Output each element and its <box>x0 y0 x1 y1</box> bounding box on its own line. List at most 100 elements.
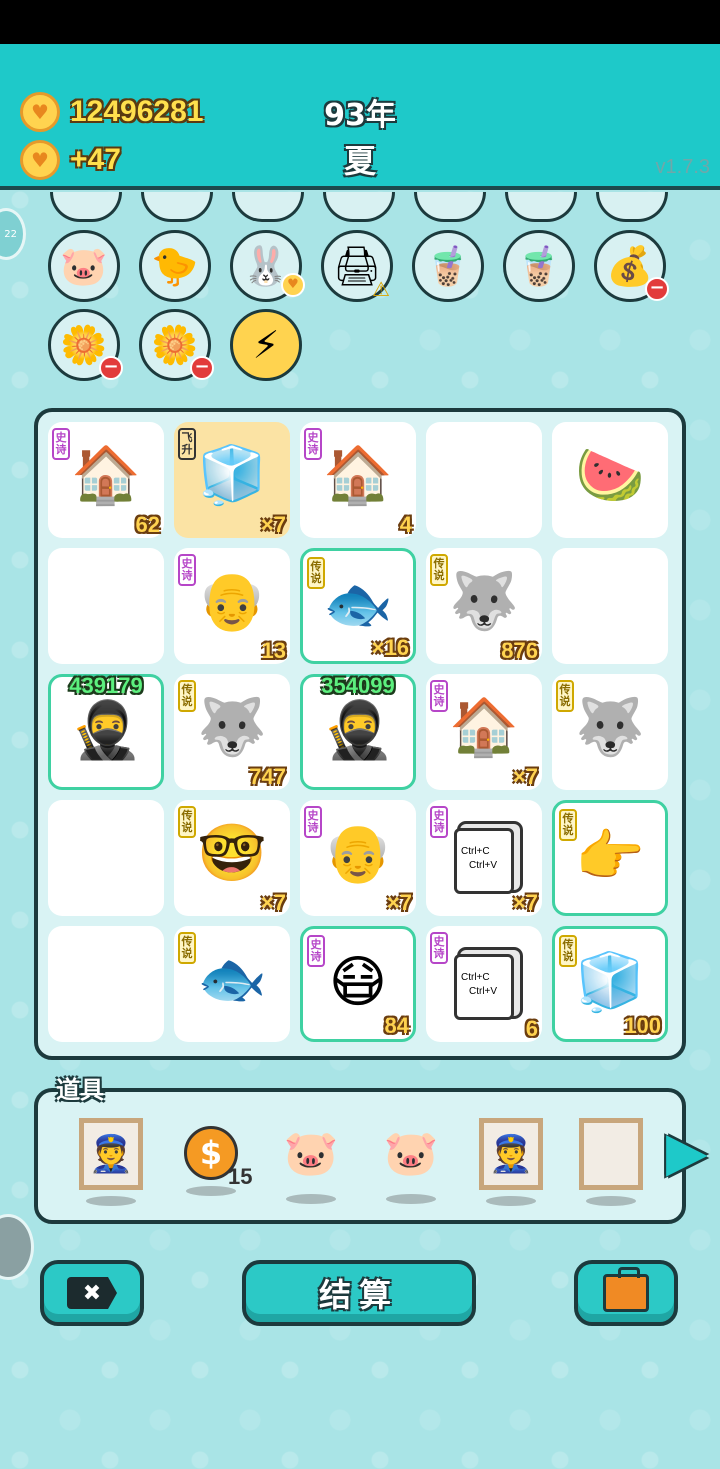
ctrl-c-text: Ctrl+C <box>461 972 490 983</box>
cell-count: 13 <box>261 638 286 663</box>
chevron-right-icon[interactable]: ▶ <box>666 1122 708 1182</box>
board-cell[interactable]: 👴 史诗 13 <box>174 548 290 664</box>
lightning-icon: ⚡ <box>252 323 280 367</box>
rarity-tag: 传说 <box>559 809 577 841</box>
board-cell[interactable]: 🐺 传说 876 <box>426 548 542 664</box>
coin-icon: ♥ <box>20 92 60 132</box>
board-cell[interactable]: 👴 史诗 ×7 <box>300 800 416 916</box>
board-cell[interactable] <box>48 800 164 916</box>
rarity-tag: 传说 <box>178 932 196 964</box>
board-cell[interactable] <box>426 422 542 538</box>
heart-badge-icon: ♥ <box>281 273 305 297</box>
tool-item[interactable]: 👮 <box>76 1118 146 1206</box>
board-cell[interactable]: 🐺 传说 <box>552 674 668 790</box>
symbol-bubble-tea[interactable]: 🧋 <box>412 230 484 302</box>
rarity-tag: 史诗 <box>304 806 322 838</box>
symbol-potted-flower[interactable]: 🌼 − <box>48 309 123 381</box>
symbol-chicken[interactable]: 🐤 <box>139 230 211 302</box>
symbol-bubble-tea[interactable]: 🧋 <box>503 230 575 302</box>
board-cell[interactable]: 👉 传说 <box>552 800 668 916</box>
symbol-money-bag[interactable]: 💰 − <box>594 230 669 302</box>
board-cell[interactable] <box>48 926 164 1042</box>
empty-frame-icon <box>579 1118 643 1190</box>
symbol-printer[interactable]: 🖨 ⚠ <box>321 230 393 302</box>
board-cell[interactable]: 🏠 史诗 ×7 <box>426 674 542 790</box>
coin-total-row: ♥ 12496281 <box>20 92 203 132</box>
thief-icon: 🥷 <box>71 698 141 763</box>
cell-count: ×7 <box>386 890 412 915</box>
cell-count: 100 <box>624 1013 661 1038</box>
cell-count: ×7 <box>512 890 538 915</box>
tool-item[interactable]: 🐷 <box>376 1118 446 1204</box>
cell-count: 62 <box>135 512 160 537</box>
board-cell[interactable] <box>48 548 164 664</box>
coin-income: +47 <box>70 143 121 176</box>
board-cell[interactable]: 🏠 史诗 4 <box>300 422 416 538</box>
minus-badge-icon: − <box>190 356 214 380</box>
tool-shadow <box>486 1196 536 1206</box>
piggy-bank-icon: 🐷 <box>383 1128 439 1179</box>
board-cell[interactable] <box>552 548 668 664</box>
year-label: 93年 <box>324 98 396 133</box>
side-tab-text: 22 <box>4 228 17 240</box>
symbol-slot <box>596 192 668 222</box>
close-icon: ✖ <box>67 1277 117 1309</box>
settle-button[interactable]: 结算 <box>242 1260 476 1326</box>
cell-count: ×7 <box>260 512 286 537</box>
rarity-tag: 史诗 <box>430 806 448 838</box>
symbol-slot <box>232 192 304 222</box>
symbol-row-2: 🌼 − 🌼 − ⚡ <box>48 309 302 381</box>
tool-item[interactable]: 👮 <box>476 1118 546 1206</box>
tool-count: 15 <box>228 1164 253 1189</box>
warning-icon: ⚠ <box>372 277 390 301</box>
tool-item[interactable] <box>576 1118 646 1206</box>
coin-income-row: ♥ +47 <box>20 140 121 180</box>
symbol-rabbit[interactable]: 🐰 ♥ <box>230 230 305 302</box>
status-bar <box>0 0 720 44</box>
tools-title: 道具 <box>56 1076 104 1104</box>
coin-icon: ♥ <box>20 140 60 180</box>
symbol-piggy-bank[interactable]: 🐷 <box>48 230 120 302</box>
chicken-icon: 🐤 <box>151 243 199 288</box>
watermelon-icon: 🍉 <box>575 443 645 508</box>
cell-count: 4 <box>399 512 412 537</box>
tool-item[interactable]: 🐷 <box>276 1118 346 1204</box>
exit-button[interactable]: ✖ <box>40 1260 144 1326</box>
police-portrait-icon: 👮 <box>479 1118 543 1190</box>
season-label: 夏 <box>343 142 376 180</box>
bubble-tea-icon: 🧋 <box>424 243 472 288</box>
board-cell[interactable]: Ctrl+C Ctrl+V 史诗 6 <box>426 926 542 1042</box>
symbol-lightning[interactable]: ⚡ <box>230 309 302 381</box>
rarity-tag: 史诗 <box>430 680 448 712</box>
ctrl-c-text: Ctrl+C <box>461 846 490 857</box>
board-cell[interactable]: 🤓 传说 ×7 <box>174 800 290 916</box>
cell-count: 6 <box>525 1016 538 1041</box>
symbol-potted-flower[interactable]: 🌼 − <box>139 309 214 381</box>
board-cell[interactable]: 🧊 传说 100 <box>552 926 668 1042</box>
board-cell[interactable]: Ctrl+C Ctrl+V 史诗 ×7 <box>426 800 542 916</box>
symbol-slot <box>141 192 213 222</box>
inventory-button[interactable] <box>574 1260 678 1326</box>
symbol-row-1: 🐷 🐤 🐰 ♥ 🖨 ⚠ 🧋 🧋 💰 − <box>48 230 669 302</box>
tool-shadow <box>86 1196 136 1206</box>
board-cell[interactable]: 🧊 飞升 ×7 <box>174 422 290 538</box>
board-cell[interactable]: 🥷 439179 <box>48 673 164 790</box>
coin-total: 12496281 <box>70 95 204 128</box>
board-cell[interactable]: 🥷 354099 <box>300 673 416 790</box>
board-cell[interactable]: 🍉 <box>552 422 668 538</box>
slot-board: 🏠 史诗 62 🧊 飞升 ×7 🏠 史诗 4 🍉 👴 史诗 13 🐟 传说 ×16 🐺 传说 876 🥷 439179 🐺… <box>34 408 686 1060</box>
board-cell[interactable]: 🐟 传说 ×16 <box>300 548 416 664</box>
board-cell[interactable]: 🏠 史诗 62 <box>48 422 164 538</box>
minus-badge-icon: − <box>99 356 123 380</box>
symbol-slot <box>505 192 577 222</box>
board-cell[interactable]: 😷 史诗 84 <box>300 926 416 1042</box>
rarity-tag: 史诗 <box>307 935 325 967</box>
symbol-slot <box>50 192 122 222</box>
ctrl-cv-icon: Ctrl+C Ctrl+V <box>454 954 514 1020</box>
rarity-tag: 史诗 <box>304 428 322 460</box>
board-cell[interactable]: 🐺 传说 747 <box>174 674 290 790</box>
tool-shadow <box>286 1194 336 1204</box>
board-cell[interactable]: 🐟 传说 <box>174 926 290 1042</box>
game-header: ♥ 12496281 ♥ +47 93年 夏 v1.7.3 <box>0 44 720 190</box>
tool-item[interactable]: $15 <box>176 1118 252 1198</box>
